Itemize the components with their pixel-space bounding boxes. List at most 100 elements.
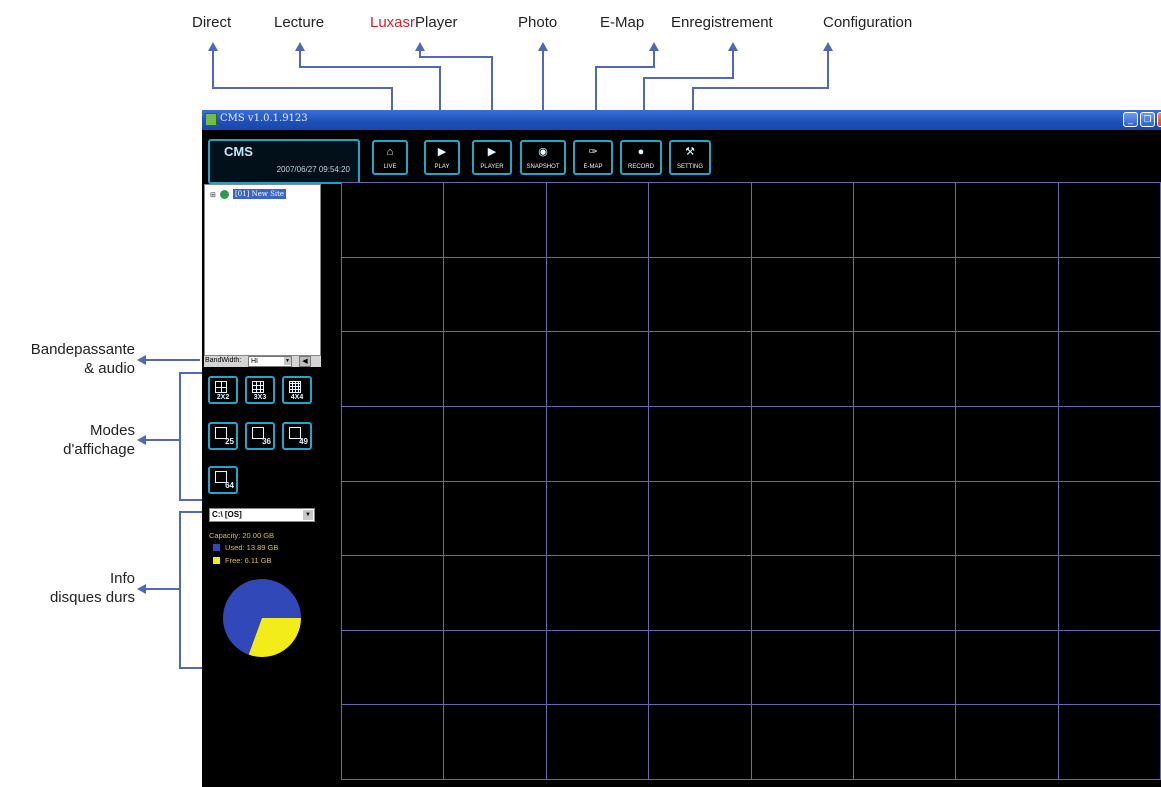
video-cell[interactable] bbox=[649, 556, 752, 631]
video-cell[interactable] bbox=[956, 183, 1059, 258]
video-cell[interactable] bbox=[956, 630, 1059, 706]
video-cell[interactable] bbox=[342, 705, 445, 780]
tree-expand-icon[interactable]: ⊞ bbox=[210, 191, 216, 199]
video-cell[interactable] bbox=[546, 705, 650, 780]
video-cell[interactable] bbox=[649, 481, 752, 557]
video-cell[interactable] bbox=[853, 332, 957, 407]
mode-3x3-button[interactable]: 3X3 bbox=[245, 376, 275, 404]
video-cell[interactable] bbox=[342, 630, 445, 706]
video-cell[interactable] bbox=[444, 406, 547, 482]
video-cell[interactable] bbox=[649, 332, 752, 407]
video-cell[interactable] bbox=[853, 556, 957, 631]
live-icon: ⌂ bbox=[386, 146, 394, 158]
video-cell[interactable] bbox=[546, 183, 650, 258]
video-cell[interactable] bbox=[853, 630, 957, 706]
grid-2x2-icon bbox=[215, 381, 227, 393]
video-cell[interactable] bbox=[1058, 630, 1161, 706]
video-cell[interactable] bbox=[853, 257, 957, 333]
video-cell[interactable] bbox=[444, 257, 547, 333]
mode-49-button[interactable]: 49 bbox=[282, 422, 312, 450]
video-cell[interactable] bbox=[342, 183, 445, 258]
annotation-display-modes-line1: Modes bbox=[89, 422, 135, 439]
live-button[interactable]: ⌂ LIVE bbox=[372, 140, 408, 175]
video-cell[interactable] bbox=[1058, 556, 1161, 631]
mode-36-button[interactable]: 36 bbox=[245, 422, 275, 450]
video-cell[interactable] bbox=[546, 257, 650, 333]
record-label: RECORD bbox=[627, 164, 654, 170]
video-cell[interactable] bbox=[751, 481, 854, 557]
video-cell[interactable] bbox=[342, 332, 445, 407]
site-globe-icon bbox=[220, 190, 229, 199]
video-cell[interactable] bbox=[649, 183, 752, 258]
video-cell[interactable] bbox=[853, 481, 957, 557]
video-cell[interactable] bbox=[956, 332, 1059, 407]
chevron-down-icon[interactable]: ▼ bbox=[303, 510, 313, 520]
title-bar[interactable]: CMS v1.0.1.9123 _ ❐ × bbox=[202, 110, 1161, 130]
video-cell[interactable] bbox=[649, 705, 752, 780]
video-cell[interactable] bbox=[649, 406, 752, 482]
video-cell[interactable] bbox=[853, 406, 957, 482]
video-cell[interactable] bbox=[751, 556, 854, 631]
video-cell[interactable] bbox=[1058, 481, 1161, 557]
mode-4x4-button[interactable]: 4X4 bbox=[282, 376, 312, 404]
video-cell[interactable] bbox=[751, 257, 854, 333]
video-cell[interactable] bbox=[956, 705, 1059, 780]
video-cell[interactable] bbox=[1058, 406, 1161, 482]
video-cell[interactable] bbox=[1058, 183, 1161, 258]
video-cell[interactable] bbox=[956, 406, 1059, 482]
disk-select[interactable]: C:\ [OS] ▼ bbox=[209, 508, 315, 522]
video-cell[interactable] bbox=[444, 332, 547, 407]
record-button[interactable]: ● RECORD bbox=[620, 140, 662, 175]
video-cell[interactable] bbox=[1058, 705, 1161, 780]
play-button[interactable]: ▶ PLAY bbox=[424, 140, 460, 175]
video-cell[interactable] bbox=[956, 556, 1059, 631]
annotation-display-modes-line2: d'affichage bbox=[63, 441, 135, 458]
video-cell[interactable] bbox=[342, 257, 445, 333]
video-cell[interactable] bbox=[546, 556, 650, 631]
video-cell[interactable] bbox=[956, 481, 1059, 557]
video-cell[interactable] bbox=[751, 705, 854, 780]
mode-64-button[interactable]: 64 bbox=[208, 466, 238, 494]
video-cell[interactable] bbox=[444, 183, 547, 258]
device-tree[interactable]: ⊞ [01] New Site bbox=[204, 184, 321, 356]
emap-button[interactable]: ✑ E-MAP bbox=[573, 140, 613, 175]
video-cell[interactable] bbox=[342, 406, 445, 482]
video-cell[interactable] bbox=[546, 481, 650, 557]
close-icon[interactable]: × bbox=[1157, 112, 1161, 127]
snapshot-button[interactable]: ◉ SNAPSHOT bbox=[520, 140, 566, 175]
video-cell[interactable] bbox=[444, 630, 547, 706]
video-cell[interactable] bbox=[546, 630, 650, 706]
video-cell[interactable] bbox=[853, 183, 957, 258]
cms-logo-panel: CMS 2007/06/27 09:54:20 bbox=[208, 139, 360, 184]
video-cell[interactable] bbox=[546, 332, 650, 407]
mode-2x2-button[interactable]: 2X2 bbox=[208, 376, 238, 404]
video-cell[interactable] bbox=[649, 257, 752, 333]
annotation-display-modes: Modes d'affichage bbox=[63, 421, 135, 459]
video-cell[interactable] bbox=[751, 183, 854, 258]
video-cell[interactable] bbox=[956, 257, 1059, 333]
minimize-icon[interactable]: _ bbox=[1123, 112, 1138, 127]
video-cell[interactable] bbox=[444, 705, 547, 780]
video-cell[interactable] bbox=[1058, 332, 1161, 407]
video-cell[interactable] bbox=[546, 406, 650, 482]
video-cell[interactable] bbox=[751, 332, 854, 407]
video-cell[interactable] bbox=[444, 556, 547, 631]
annotation-enregistrement: Enregistrement bbox=[671, 14, 773, 31]
cms-window: CMS v1.0.1.9123 _ ❐ × CMS 2007/06/27 09:… bbox=[202, 110, 1161, 787]
video-cell[interactable] bbox=[444, 481, 547, 557]
audio-toggle-button[interactable]: ◀ bbox=[299, 356, 311, 367]
video-cell[interactable] bbox=[853, 705, 957, 780]
video-cell[interactable] bbox=[342, 556, 445, 631]
chevron-down-icon[interactable]: ▼ bbox=[284, 357, 291, 365]
video-cell[interactable] bbox=[751, 630, 854, 706]
video-cell[interactable] bbox=[751, 406, 854, 482]
video-cell[interactable] bbox=[342, 481, 445, 557]
setting-button[interactable]: ⚒ SETTING bbox=[669, 140, 711, 175]
tree-node-site[interactable]: [01] New Site bbox=[233, 189, 287, 199]
player-button[interactable]: ▶ PLAYER bbox=[472, 140, 512, 175]
restore-icon[interactable]: ❐ bbox=[1140, 112, 1155, 127]
mode-25-button[interactable]: 25 bbox=[208, 422, 238, 450]
player-label: PLAYER bbox=[480, 164, 504, 170]
video-cell[interactable] bbox=[649, 630, 752, 706]
video-cell[interactable] bbox=[1058, 257, 1161, 333]
